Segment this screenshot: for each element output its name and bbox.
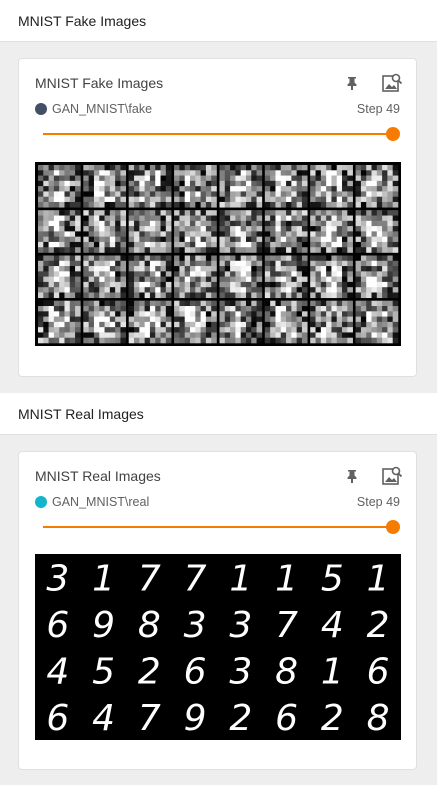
digit-sample: 7: [275, 605, 298, 646]
digit-sample: 1: [275, 558, 298, 599]
digit-sample: 2: [367, 605, 390, 646]
digit-sample: 1: [367, 558, 390, 599]
run-name: GAN_MNIST\real: [52, 495, 150, 509]
digit-sample: 1: [92, 558, 115, 599]
fake-sample-tile: [219, 300, 263, 344]
run-label: GAN_MNIST\fake: [35, 102, 152, 116]
pin-icon[interactable]: [340, 71, 364, 95]
digit-sample: 7: [138, 558, 161, 599]
fake-sample-tile: [264, 255, 308, 299]
digit-sample: 8: [275, 651, 298, 692]
image-card-real: MNIST Real Images GAN_MNIST\real Step 49…: [18, 451, 417, 770]
fake-sample-tile: [264, 165, 308, 208]
fake-sample-tile: [38, 210, 81, 253]
run-color-dot: [35, 103, 47, 115]
fake-sample-tile: [264, 300, 308, 344]
fake-sample-tile: [355, 210, 399, 253]
image-search-icon[interactable]: [380, 464, 404, 488]
fake-sample-tile: [174, 300, 217, 344]
digit-sample: 9: [184, 698, 207, 739]
digit-sample: 8: [367, 698, 390, 739]
digit-sample: 5: [321, 558, 344, 599]
fake-sample-tile: [128, 255, 172, 299]
fake-sample-tile: [128, 165, 172, 208]
digit-sample: 2: [229, 698, 252, 739]
step-slider-thumb[interactable]: [386, 127, 400, 141]
digit-sample: 4: [92, 698, 115, 739]
run-color-dot: [35, 496, 47, 508]
step-label: Step 49: [356, 102, 400, 116]
card-title: MNIST Real Images: [35, 468, 161, 484]
digit-sample: 6: [275, 698, 298, 739]
digit-sample: 1: [321, 651, 344, 692]
step-slider-track[interactable]: [43, 526, 393, 528]
digit-sample: 7: [184, 558, 207, 599]
group-header-fake: MNIST Fake Images: [0, 0, 437, 42]
fake-sample-tile: [38, 255, 81, 299]
fake-sample-tile: [83, 210, 127, 253]
fake-sample-tile: [310, 255, 353, 299]
digit-sample: 3: [46, 558, 69, 599]
fake-sample-tile: [128, 300, 172, 344]
digit-sample: 1: [229, 558, 252, 599]
fake-sample-tile: [310, 165, 353, 208]
fake-sample-tile: [355, 255, 399, 299]
digit-sample: 4: [321, 605, 344, 646]
fake-sample-tile: [83, 165, 127, 208]
group-header-real: MNIST Real Images: [0, 393, 437, 435]
step-slider-thumb[interactable]: [386, 520, 400, 534]
pin-icon[interactable]: [340, 464, 364, 488]
digit-sample: 3: [184, 605, 207, 646]
digit-sample: 6: [46, 698, 69, 739]
digit-sample: 2: [138, 651, 161, 692]
image-card-fake: MNIST Fake Images GAN_MNIST\fake Step 49: [18, 58, 417, 377]
fake-sample-tile: [310, 300, 353, 344]
digit-sample: 6: [46, 605, 69, 646]
real-image-grid[interactable]: 31771151698337424526381664792628: [35, 554, 401, 740]
run-label: GAN_MNIST\real: [35, 495, 149, 509]
fake-sample-tile: [128, 210, 172, 253]
step-slider-track[interactable]: [43, 133, 393, 135]
fake-sample-tile: [219, 165, 263, 208]
fake-sample-tile: [83, 255, 127, 299]
fake-sample-tile: [174, 255, 217, 299]
fake-sample-tile: [38, 300, 81, 344]
digit-sample: 6: [367, 651, 390, 692]
fake-sample-tile: [219, 255, 263, 299]
step-label: Step 49: [356, 495, 400, 509]
card-title: MNIST Fake Images: [35, 75, 164, 91]
fake-sample-tile: [219, 210, 263, 253]
group-title: MNIST Real Images: [18, 406, 144, 422]
digit-sample: 2: [321, 698, 344, 739]
image-search-icon[interactable]: [380, 71, 404, 95]
fake-sample-tile: [310, 210, 353, 253]
fake-sample-tile: [38, 165, 81, 208]
fake-image-grid[interactable]: [35, 162, 401, 346]
digit-sample: 5: [92, 651, 115, 692]
digit-sample: 6: [184, 651, 207, 692]
digit-sample: 3: [229, 605, 252, 646]
fake-sample-tile: [355, 300, 399, 344]
digit-sample: 4: [46, 651, 69, 692]
digit-sample: 9: [92, 605, 115, 646]
fake-sample-tile: [264, 210, 308, 253]
run-name: GAN_MNIST\fake: [52, 102, 153, 116]
fake-sample-tile: [174, 210, 217, 253]
digit-sample: 3: [229, 651, 252, 692]
fake-sample-tile: [355, 165, 399, 208]
digit-sample: 7: [138, 698, 161, 739]
group-title: MNIST Fake Images: [18, 13, 147, 29]
fake-sample-tile: [83, 300, 127, 344]
digit-sample: 8: [138, 605, 161, 646]
fake-sample-tile: [174, 165, 217, 208]
